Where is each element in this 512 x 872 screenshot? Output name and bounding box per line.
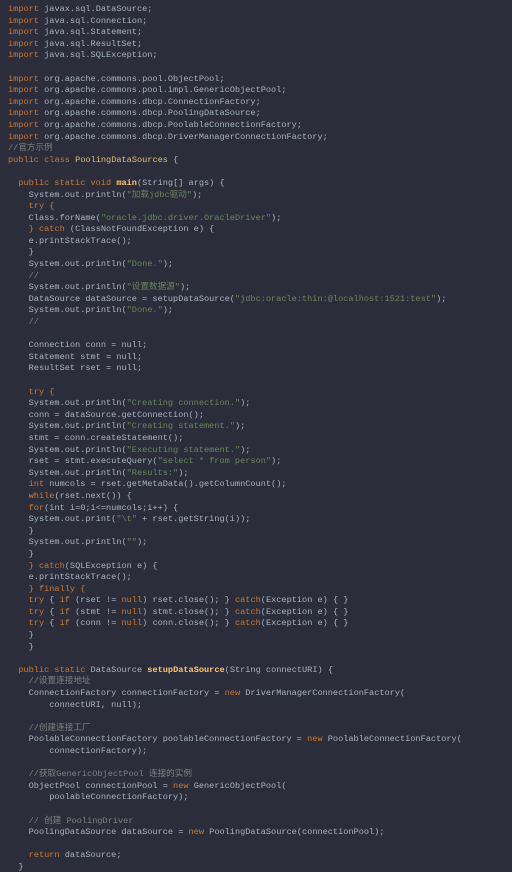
- main-method-sig: public static void main(String[] args) {: [18, 178, 224, 188]
- import-block: import javax.sql.DataSource; import java…: [8, 4, 328, 142]
- code-editor: import javax.sql.DataSource; import java…: [0, 0, 512, 872]
- class-decl: public class PoolingDataSources {: [8, 155, 178, 165]
- setup-method-sig: public static DataSource setupDataSource…: [18, 665, 333, 675]
- top-comment: //官方示例: [8, 143, 53, 153]
